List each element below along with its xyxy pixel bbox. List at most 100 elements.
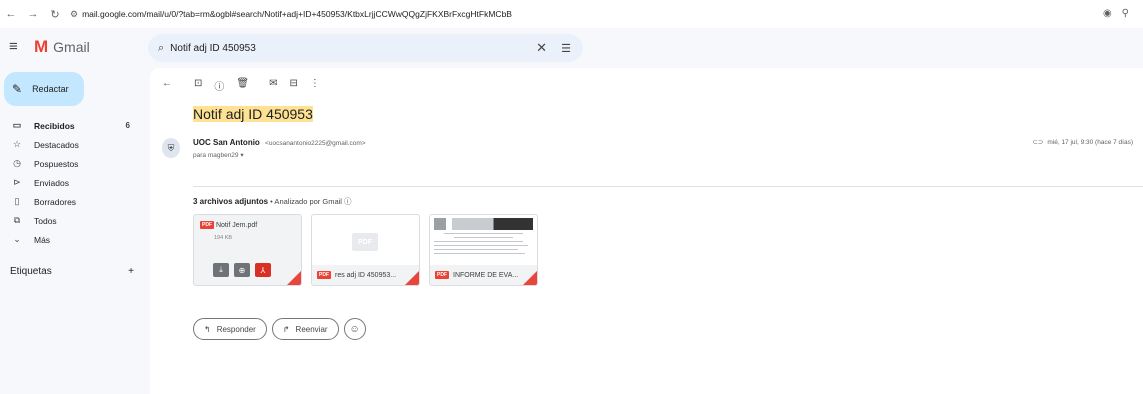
compose-label: Redactar <box>32 84 69 94</box>
sidebar-item-recibidos[interactable]: ▭ Recibidos 6 <box>0 116 140 135</box>
search-input[interactable]: Notif adj ID 450953 <box>170 43 256 54</box>
url-text: mail.google.com/mail/u/0/?tab=rm&ogbl#se… <box>82 9 512 19</box>
hamburger-menu-icon[interactable]: ≡ <box>9 38 18 55</box>
all-mail-icon: ⧉ <box>13 215 21 225</box>
subject-id: 450953 <box>266 106 313 122</box>
recipient-details[interactable]: para magben29 ▾ <box>193 151 244 159</box>
attachment-name: res adj ID 450953... <box>335 271 397 279</box>
subject-prefix: Notif <box>193 106 226 122</box>
divider <box>193 186 1143 187</box>
add-label-icon[interactable]: + <box>128 266 134 277</box>
pdf-badge-icon: PDF <box>435 271 449 279</box>
reload-icon[interactable]: ↻ <box>44 8 66 21</box>
sidebar-item-pospuestos[interactable]: ◷ Pospuestos <box>0 154 140 173</box>
zoom-icon[interactable]: ⚲ <box>1122 8 1129 19</box>
sidebar-item-mas[interactable]: ⌄ Más <box>0 230 140 249</box>
address-bar[interactable]: ⚙ mail.google.com/mail/u/0/?tab=rm&ogbl#… <box>70 9 512 20</box>
caret-down-icon[interactable]: ▾ <box>240 152 243 159</box>
search-icon[interactable]: ⌕ <box>158 42 164 55</box>
more-options-icon[interactable]: ⋮ <box>310 78 320 93</box>
sidebar-item-label: Pospuestos <box>34 158 79 169</box>
sidebar-item-todos[interactable]: ⧉ Todos <box>0 211 140 230</box>
chevron-down-icon: ⌄ <box>13 234 21 244</box>
sidebar-item-label: Borradores <box>34 196 77 207</box>
attachment-actions: ⤓ ⊕ ⅄ <box>213 263 271 277</box>
pdf-corner-icon <box>287 271 301 285</box>
eye-icon[interactable]: ◉ <box>1103 8 1112 19</box>
attachment-card[interactable]: PDF INFORME DE EVA... <box>429 214 538 286</box>
forward-button[interactable]: ↱ Reenviar <box>271 318 339 340</box>
attachments-count: 3 archivos adjuntos <box>193 197 269 206</box>
reply-actions: ↰ Responder ↱ Reenviar ☺ <box>193 318 366 340</box>
inbox-icon: ▭ <box>12 120 22 130</box>
back-to-list-icon[interactable]: ← <box>162 78 172 93</box>
sidebar-item-label: Más <box>34 234 51 245</box>
pdf-corner-icon <box>405 271 419 285</box>
sidebar-item-destacados[interactable]: ☆ Destacados <box>0 135 140 154</box>
search-options-icon[interactable]: ☰ <box>561 42 571 55</box>
pencil-icon: ✎ <box>12 82 23 96</box>
gmail-m-icon: M <box>34 37 49 56</box>
draft-icon: ▯ <box>14 196 20 206</box>
attachment-card[interactable]: PDF Notif Jem.pdf 194 KB ⤓ ⊕ ⅄ <box>193 214 302 286</box>
mark-unread-icon[interactable]: ✉ <box>269 78 277 93</box>
labels-section: Etiquetas + <box>10 266 134 277</box>
message-toolbar: ← ⊡ ⓘ 🗑 ✉ ⊟ ⋮ <box>162 78 320 93</box>
attachment-card[interactable]: PDF PDF res adj ID 450953... <box>311 214 420 286</box>
attachment-size: 194 KB <box>214 235 233 241</box>
subject-mid: ID <box>244 106 267 122</box>
compose-button[interactable]: ✎ Redactar <box>4 72 84 106</box>
labels-heading: Etiquetas <box>10 266 52 277</box>
pdf-corner-icon <box>523 271 537 285</box>
sender-email: <uocsanantonio2225@gmail.com> <box>265 140 366 147</box>
sidebar-item-label: Destacados <box>34 139 79 150</box>
sender-avatar[interactable]: ⛨ <box>162 138 180 158</box>
archive-icon[interactable]: ⊡ <box>194 78 202 93</box>
forward-label: Reenviar <box>295 324 328 334</box>
delete-icon[interactable]: 🗑 <box>236 78 249 93</box>
sender-info: UOC San Antonio <uocsanantonio2225@gmail… <box>193 138 366 147</box>
report-spam-icon[interactable]: ⓘ <box>214 78 224 93</box>
forward-arrow-icon[interactable]: → <box>22 8 44 20</box>
clear-search-icon[interactable]: ✕ <box>536 40 547 56</box>
gmail-logo[interactable]: M Gmail <box>34 37 90 57</box>
save-to-drive-icon[interactable]: ⊕ <box>234 263 250 277</box>
sidebar-item-label: Recibidos <box>34 120 75 131</box>
sidebar: ✎ Redactar ▭ Recibidos 6 ☆ Destacados ◷ … <box>0 68 150 394</box>
move-to-icon[interactable]: ⊟ <box>289 78 297 93</box>
emoji-reaction-icon[interactable]: ☺ <box>343 318 366 340</box>
forward-icon: ↱ <box>282 324 290 334</box>
subject-adj: adj <box>225 106 245 122</box>
sidebar-item-borradores[interactable]: ▯ Borradores <box>0 192 140 211</box>
download-icon[interactable]: ⤓ <box>213 263 229 277</box>
browser-toolbar: ← → ↻ ⚙ mail.google.com/mail/u/0/?tab=rm… <box>0 0 1143 28</box>
sidebar-item-label: Todos <box>34 215 57 226</box>
acrobat-icon[interactable]: ⅄ <box>255 263 271 277</box>
reply-label: Responder <box>216 324 256 334</box>
star-icon: ☆ <box>12 139 22 149</box>
send-icon: ⊳ <box>13 177 21 187</box>
message-date: ⊂⊃ mié, 17 jul, 9:30 (hace 7 días) <box>1032 138 1133 147</box>
unread-count: 6 <box>125 121 130 130</box>
attachments-header: 3 archivos adjuntos • Analizado por Gmai… <box>193 196 351 207</box>
date-text: mié, 17 jul, 9:30 (hace 7 días) <box>1047 138 1133 146</box>
pdf-badge-icon: PDF <box>317 271 331 279</box>
sender-name[interactable]: UOC San Antonio <box>193 138 260 147</box>
site-settings-icon[interactable]: ⚙ <box>70 9 78 20</box>
gmail-header: ≡ M Gmail ⌕ Notif adj ID 450953 ✕ ☰ <box>0 28 1143 68</box>
back-arrow-icon[interactable]: ← <box>0 8 22 20</box>
attachment-name: Notif Jem.pdf <box>215 221 258 229</box>
reply-button[interactable]: ↰ Responder <box>193 318 267 340</box>
clock-icon: ◷ <box>13 158 21 168</box>
search-bar[interactable]: ⌕ Notif adj ID 450953 ✕ ☰ <box>148 34 583 62</box>
email-subject: Notif adj ID 450953 <box>193 106 313 122</box>
attachment-footer: PDF INFORME DE EVA... <box>430 265 537 285</box>
sidebar-item-enviados[interactable]: ⊳ Enviados <box>0 173 140 192</box>
pdf-placeholder-icon: PDF <box>352 233 378 251</box>
pdf-badge-icon: PDF <box>200 221 214 229</box>
recipient-text: para magben29 <box>193 152 239 159</box>
reply-icon: ↰ <box>204 324 211 334</box>
attachment-name: INFORME DE EVA... <box>453 271 519 279</box>
attachment-footer: PDF res adj ID 450953... <box>312 265 419 285</box>
info-icon[interactable]: ⓘ <box>344 196 352 207</box>
